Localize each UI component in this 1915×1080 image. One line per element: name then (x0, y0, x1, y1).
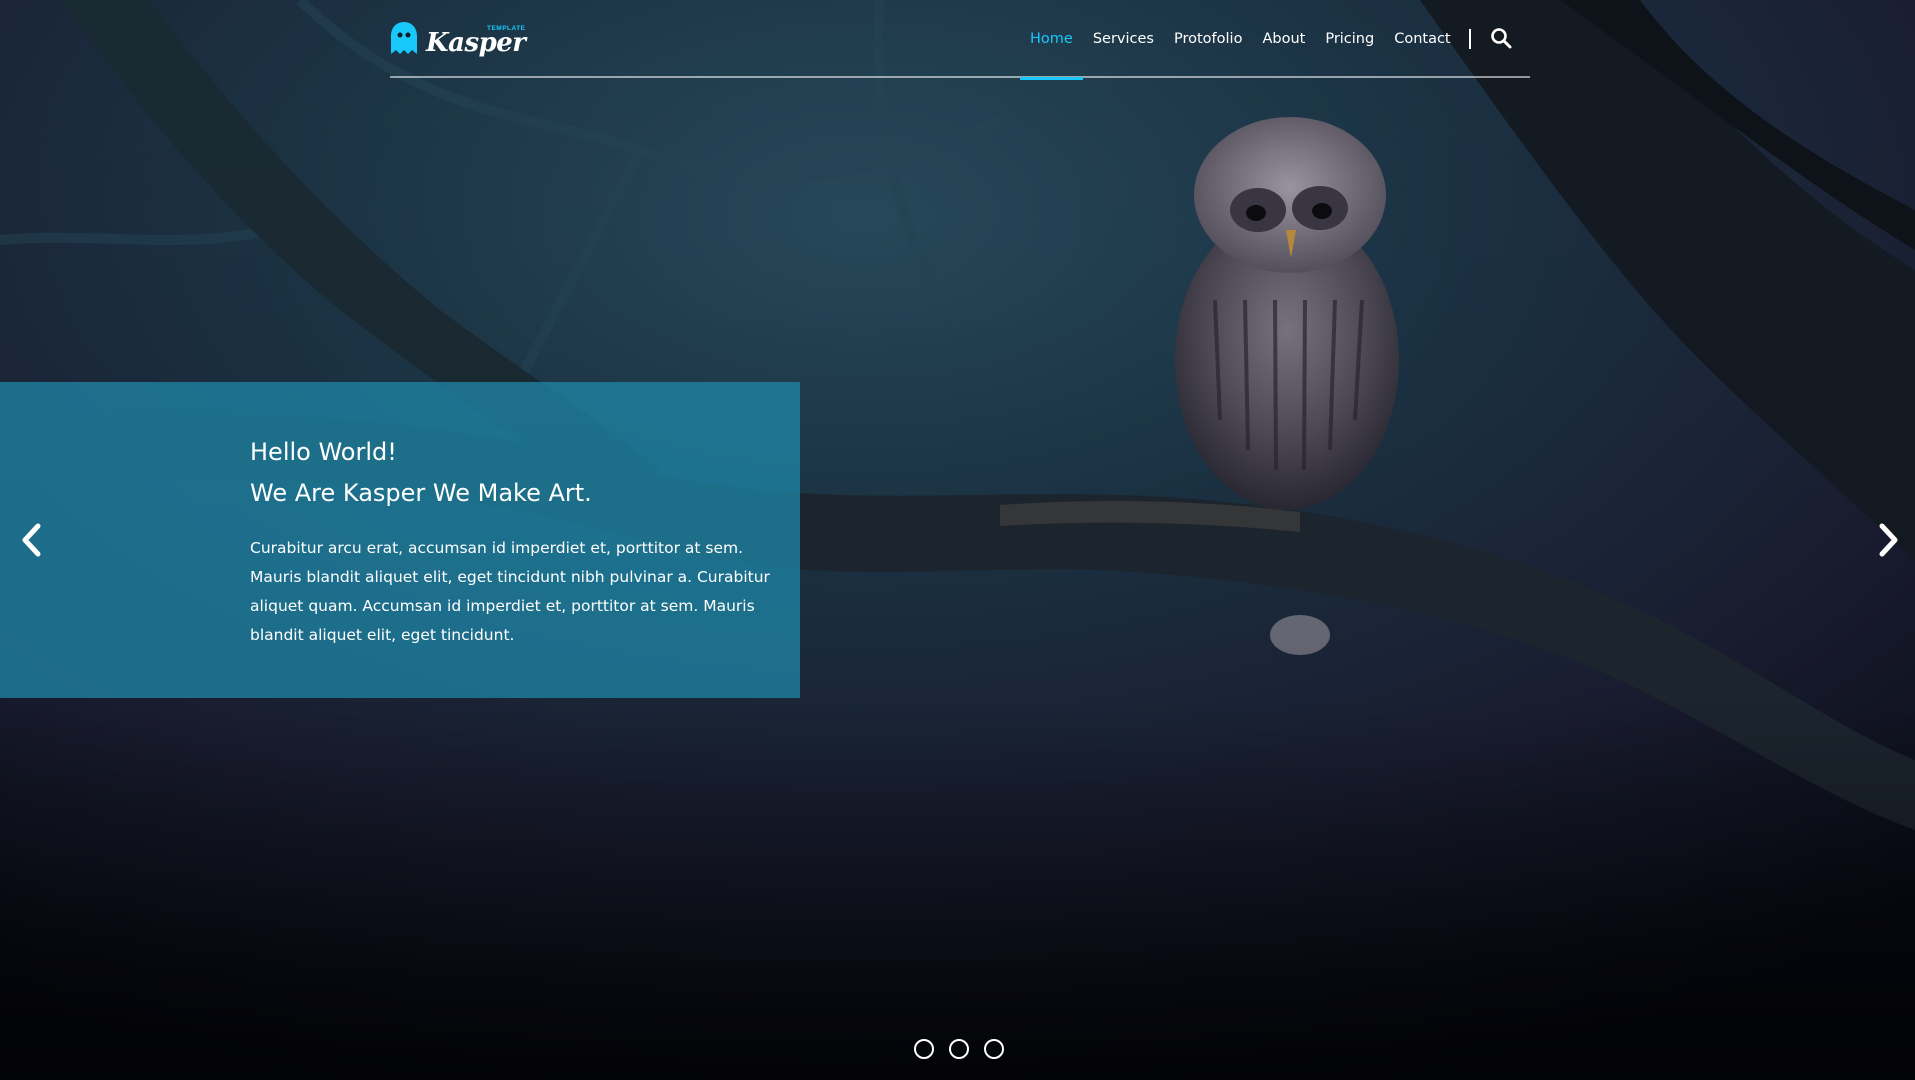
carousel-indicators (914, 1039, 1004, 1059)
main-nav: Home Services Protofolio About Pricing C… (1020, 0, 1461, 80)
carousel-next-button[interactable] (1876, 522, 1902, 558)
slide-caption-panel: Hello World! We Are Kasper We Make Art. … (0, 382, 800, 698)
ghost-icon (391, 22, 417, 54)
logo-tagline: TEMPLATE (486, 25, 526, 32)
nav-pricing[interactable]: Pricing (1315, 0, 1384, 78)
nav-contact[interactable]: Contact (1384, 0, 1460, 78)
chevron-left-icon (22, 523, 41, 557)
slide-heading-line1: Hello World! (250, 438, 397, 466)
carousel-dot-2[interactable] (949, 1039, 969, 1059)
slide-description: Curabitur arcu erat, accumsan id imperdi… (250, 539, 770, 644)
carousel-prev-button[interactable] (18, 522, 44, 558)
nav-about[interactable]: About (1252, 0, 1315, 78)
nav-protofolio[interactable]: Protofolio (1164, 0, 1252, 78)
logo[interactable]: TEMPLATE Kasper (390, 18, 526, 58)
nav-home[interactable]: Home (1020, 0, 1083, 80)
logo-wordmark: TEMPLATE Kasper (426, 18, 526, 58)
logo-name: Kasper (426, 28, 526, 58)
search-button[interactable] (1490, 27, 1512, 49)
site-header: TEMPLATE Kasper Home Services Protofolio… (390, 0, 1530, 80)
chevron-right-icon (1879, 523, 1898, 557)
carousel-dot-1[interactable] (914, 1039, 934, 1059)
nav-services[interactable]: Services (1083, 0, 1164, 78)
search-icon (1491, 28, 1512, 49)
carousel-dot-3[interactable] (984, 1039, 1004, 1059)
slide-heading-line2: We Are Kasper We Make Art. (250, 479, 592, 507)
nav-divider (1469, 29, 1471, 49)
